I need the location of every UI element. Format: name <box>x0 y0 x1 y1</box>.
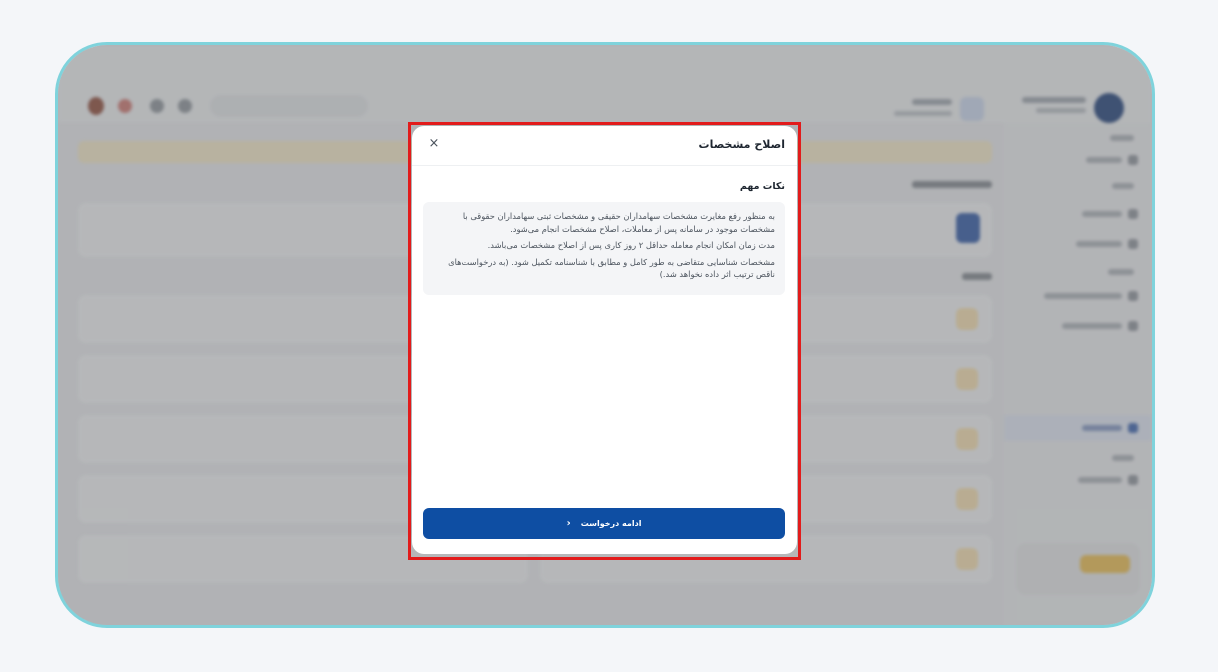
modal-header: اصلاح مشخصات × <box>412 126 797 166</box>
continue-request-button[interactable]: ادامه درخواست ‹ <box>423 508 785 539</box>
modal-title: اصلاح مشخصات <box>698 138 785 151</box>
notes-title: نکات مهم <box>739 181 785 192</box>
chevron-left-icon: ‹ <box>566 517 571 529</box>
close-icon[interactable]: × <box>426 136 442 152</box>
edit-profile-modal: اصلاح مشخصات × نکات مهم به منظور رفع مغا… <box>412 126 797 554</box>
note-item: مدت زمان امکان انجام معامله حداقل ۲ روز … <box>487 240 775 250</box>
notes-box: به منظور رفع مغایرت مشخصات سهامداران حقی… <box>423 202 785 295</box>
note-item: به منظور رفع مغایرت مشخصات سهامداران حقی… <box>462 211 775 234</box>
note-item: مشخصات شناسایی متقاضی به طور کامل و مطاب… <box>448 256 775 280</box>
continue-request-label: ادامه درخواست <box>580 519 642 528</box>
